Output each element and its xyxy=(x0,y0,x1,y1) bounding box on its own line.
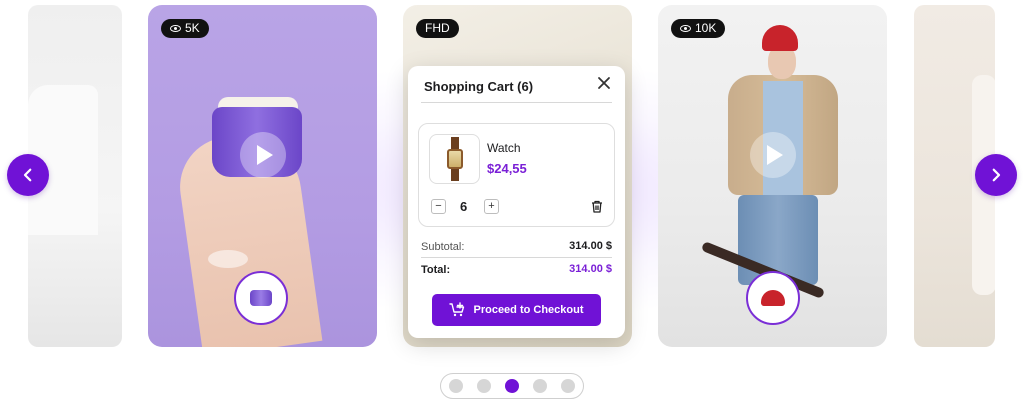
item-thumbnail xyxy=(429,134,480,184)
play-icon[interactable] xyxy=(750,132,796,178)
proceed-to-checkout-button[interactable]: Proceed to Checkout xyxy=(432,294,601,326)
subtotal-label: Subtotal: xyxy=(421,241,465,253)
quantity-increase-button[interactable]: + xyxy=(484,199,499,214)
watch-icon xyxy=(446,137,463,181)
quantity-value: 6 xyxy=(460,199,468,214)
pagination-dot[interactable] xyxy=(533,379,547,393)
item-name: Watch xyxy=(487,141,521,155)
quality-badge: FHD xyxy=(416,19,459,38)
views-count: 5K xyxy=(185,21,200,35)
chevron-right-icon xyxy=(992,168,1001,182)
pagination-dot[interactable] xyxy=(449,379,463,393)
divider xyxy=(421,102,612,103)
pagination-dot[interactable] xyxy=(477,379,491,393)
carousel-card-fashion[interactable]: 10K xyxy=(658,5,887,347)
play-icon[interactable] xyxy=(240,132,286,178)
divider xyxy=(421,257,612,258)
cart-title: Shopping Cart (6) xyxy=(424,79,534,94)
pagination-dot-active[interactable] xyxy=(505,379,519,393)
eye-icon xyxy=(170,25,181,32)
watch-strap-top xyxy=(450,137,459,149)
cart-item: Watch $24,55 − 6 + xyxy=(418,123,615,227)
checkout-label: Proceed to Checkout xyxy=(473,304,584,316)
carousel-next-button[interactable] xyxy=(975,154,1017,196)
total-label: Total: xyxy=(421,264,451,276)
eye-icon xyxy=(680,25,691,32)
pagination-dot[interactable] xyxy=(561,379,575,393)
subtotal-value: 314.00 $ xyxy=(569,240,612,252)
close-icon[interactable] xyxy=(597,76,611,90)
views-badge: 10K xyxy=(671,19,726,38)
carousel-card-cosmetic[interactable]: 5K xyxy=(148,5,377,347)
views-count: 10K xyxy=(695,21,717,35)
product-thumbnail-cream-jar[interactable] xyxy=(234,271,288,325)
quality-label: FHD xyxy=(425,21,450,35)
chevron-left-icon xyxy=(23,168,32,182)
watch-strap-bottom xyxy=(450,169,459,181)
red-cap-image xyxy=(762,25,798,51)
product-thumbnail-cap[interactable] xyxy=(746,271,800,325)
cart-add-icon xyxy=(449,302,465,317)
views-badge: 5K xyxy=(161,19,209,38)
carousel-pagination xyxy=(440,373,584,399)
quantity-decrease-button[interactable]: − xyxy=(431,199,446,214)
trash-icon[interactable] xyxy=(591,200,603,213)
cap-icon xyxy=(761,290,785,306)
cream-swatch-image xyxy=(208,250,248,268)
carousel-prev-button[interactable] xyxy=(7,154,49,196)
item-price: $24,55 xyxy=(487,161,527,176)
cream-jar-icon xyxy=(250,290,272,306)
total-value: 314.00 $ xyxy=(569,263,612,275)
shopping-cart-popup: Shopping Cart (6) Watch $24,55 − 6 + Sub… xyxy=(408,66,625,338)
